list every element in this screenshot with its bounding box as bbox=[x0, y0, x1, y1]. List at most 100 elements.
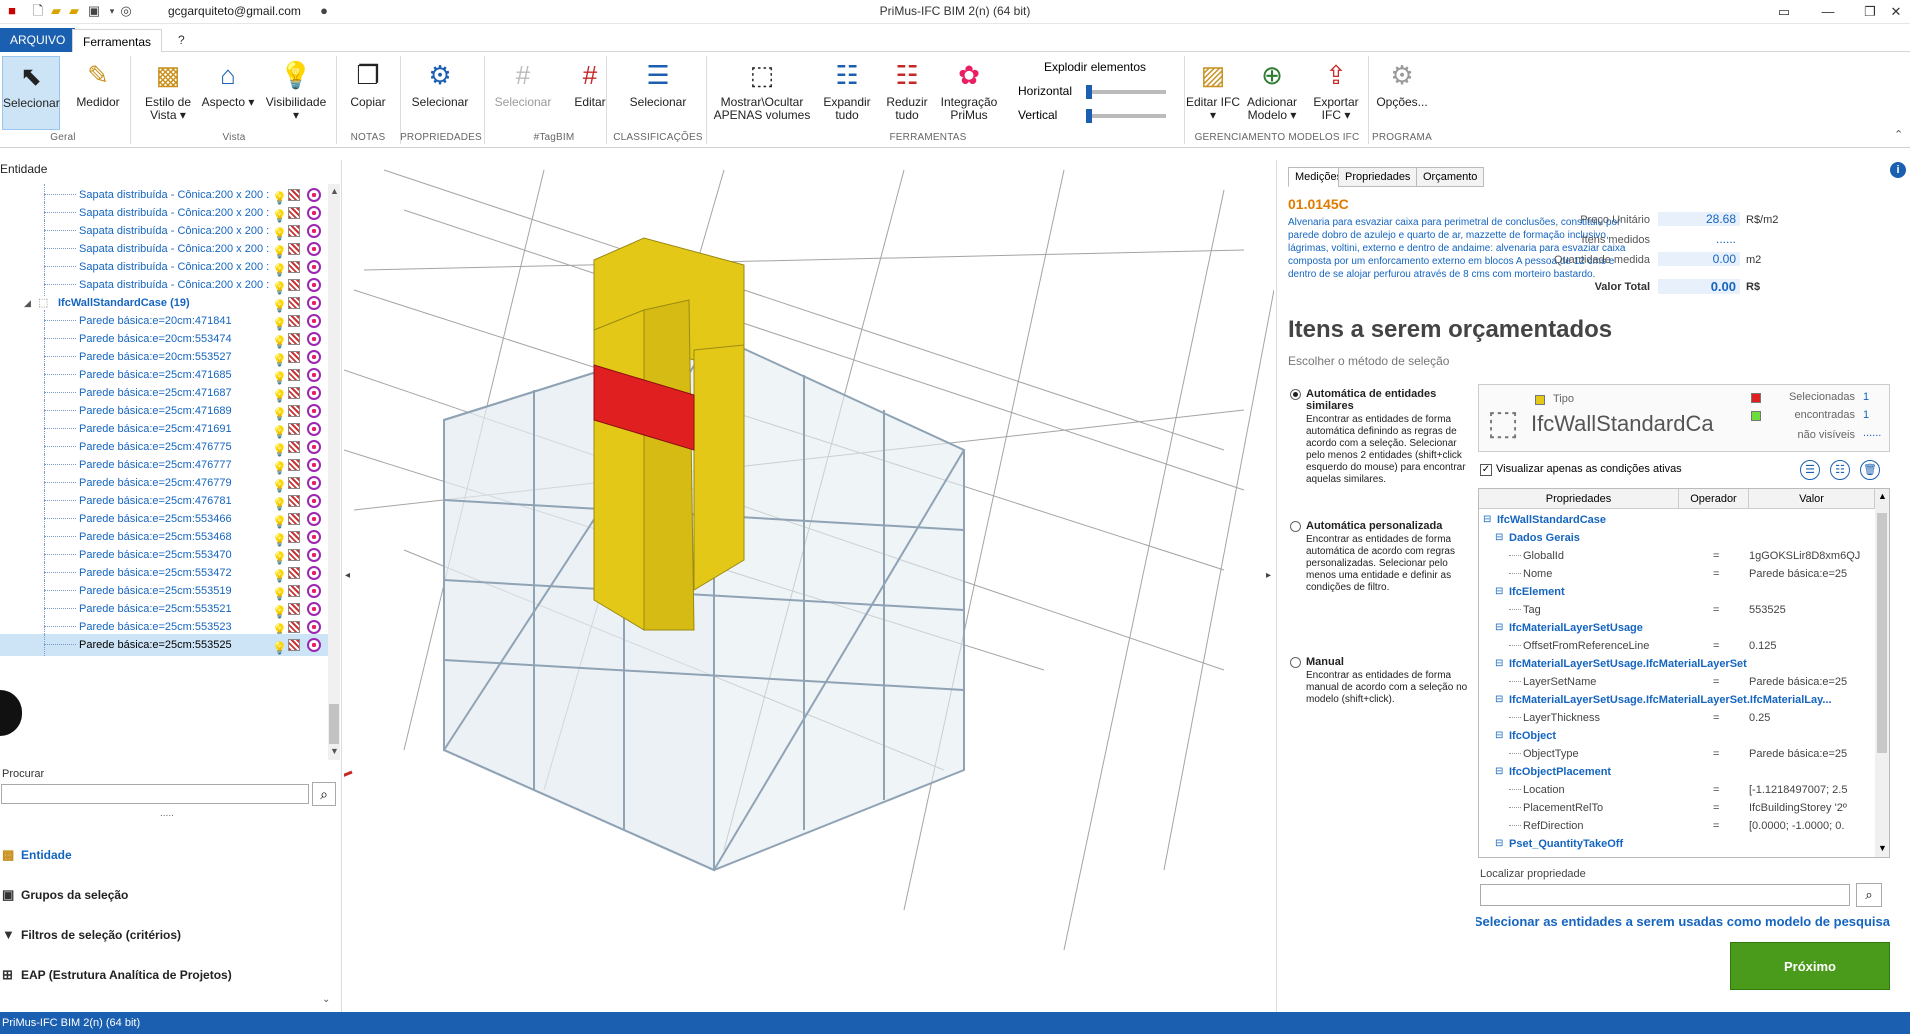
isolate-checker-icon[interactable] bbox=[288, 315, 300, 327]
entity-tree[interactable]: Sapata distribuída - Cônica:200 x 200 :💡… bbox=[0, 184, 330, 760]
property-group-row[interactable]: ⊟IfcMaterialLayerSetUsage.IfcMaterialLay… bbox=[1479, 691, 1875, 709]
col-header-operator[interactable]: Operador bbox=[1679, 489, 1749, 509]
target-icon[interactable] bbox=[307, 602, 321, 616]
radio-manual[interactable] bbox=[1290, 657, 1301, 668]
collapse-group-icon[interactable]: ⊟ bbox=[1495, 619, 1503, 637]
target-icon[interactable] bbox=[307, 350, 321, 364]
target-icon[interactable] bbox=[307, 638, 321, 652]
tab-help[interactable]: ? bbox=[168, 28, 195, 52]
target-icon[interactable] bbox=[307, 476, 321, 490]
vertical-slider-thumb[interactable] bbox=[1086, 109, 1092, 123]
find-property-search-icon[interactable]: ⌕ bbox=[1856, 883, 1882, 907]
right-collapse-arrow-icon[interactable]: ▸ bbox=[1266, 570, 1271, 581]
unit-price-value[interactable]: 28.68 bbox=[1658, 212, 1740, 226]
save-icon[interactable]: ▣ bbox=[86, 3, 102, 19]
isolate-checker-icon[interactable] bbox=[288, 351, 300, 363]
property-operator[interactable]: = bbox=[1713, 601, 1719, 619]
search-input[interactable] bbox=[1, 784, 309, 804]
target-icon[interactable] bbox=[307, 440, 321, 454]
tab-propriedades[interactable]: Propriedades bbox=[1338, 167, 1417, 187]
property-row[interactable]: Location=[-1.1218497007; 2.5 bbox=[1479, 781, 1875, 799]
property-row[interactable]: OffsetFromReferenceLine=0.125 bbox=[1479, 637, 1875, 655]
tree-scrollbar[interactable]: ▲ ▼ bbox=[328, 184, 340, 760]
isolate-checker-icon[interactable] bbox=[288, 243, 300, 255]
property-row[interactable]: Nome=Parede básica:e=25 bbox=[1479, 565, 1875, 583]
isolate-checker-icon[interactable] bbox=[288, 477, 300, 489]
col-header-properties[interactable]: Propriedades bbox=[1479, 489, 1679, 509]
target-icon[interactable] bbox=[307, 566, 321, 580]
collapse-group-icon[interactable]: ⊟ bbox=[1495, 655, 1503, 673]
selected-walls[interactable] bbox=[594, 238, 744, 630]
yellow-wall-left[interactable] bbox=[594, 310, 644, 630]
property-operator[interactable]: = bbox=[1713, 781, 1719, 799]
select-properties-button[interactable]: ⚙Selecionar bbox=[406, 56, 474, 130]
nav-item[interactable]: ▩Entidade bbox=[0, 840, 340, 870]
new-file-icon[interactable]: 🗋 bbox=[30, 3, 46, 19]
isolate-checker-icon[interactable] bbox=[288, 585, 300, 597]
search-icon[interactable]: ⌕ bbox=[312, 782, 336, 806]
option-automatic-similar[interactable]: Automática de entidades similares Encont… bbox=[1290, 388, 1470, 508]
property-group-row[interactable]: ⊟Dados Gerais bbox=[1479, 529, 1875, 547]
isolate-checker-icon[interactable] bbox=[288, 639, 300, 651]
collapse-group-icon[interactable]: ⊟ bbox=[1495, 763, 1503, 781]
properties-scrollbar[interactable]: ▲ ▼ bbox=[1875, 489, 1889, 858]
target-icon[interactable] bbox=[307, 620, 321, 634]
collapse-group-icon[interactable]: ⊟ bbox=[1483, 511, 1491, 529]
next-button[interactable]: Próximo bbox=[1730, 942, 1890, 990]
export-ifc-button[interactable]: ⇪Exportar IFC ▾ bbox=[1306, 56, 1366, 130]
show-hide-volumes-button[interactable]: ⬚Mostrar\Ocultar APENAS volumes bbox=[712, 56, 812, 130]
property-value[interactable]: [-1.1218497007; 2.5 bbox=[1749, 781, 1869, 799]
property-operator[interactable]: = bbox=[1713, 673, 1719, 691]
visibility-bulb-icon[interactable]: 💡 bbox=[272, 637, 287, 659]
col-header-value[interactable]: Valor bbox=[1749, 489, 1875, 509]
target-icon[interactable] bbox=[307, 512, 321, 526]
target-icon[interactable] bbox=[307, 386, 321, 400]
collapse-group-icon[interactable]: ⊟ bbox=[1495, 583, 1503, 601]
property-value[interactable]: 0.125 bbox=[1749, 637, 1869, 655]
target-icon[interactable] bbox=[307, 224, 321, 238]
target-icon[interactable] bbox=[307, 260, 321, 274]
collapse-group-icon[interactable]: ⊟ bbox=[1495, 691, 1503, 709]
edit-ifc-button[interactable]: ▨Editar IFC ▾ bbox=[1186, 56, 1240, 130]
isolate-checker-icon[interactable] bbox=[288, 531, 300, 543]
isolate-checker-icon[interactable] bbox=[288, 441, 300, 453]
property-value[interactable]: [0.0000; -1.0000; 0. bbox=[1749, 817, 1869, 835]
property-value[interactable]: 0.25 bbox=[1749, 709, 1869, 727]
scroll-thumb[interactable] bbox=[1877, 513, 1887, 753]
property-operator[interactable]: = bbox=[1713, 817, 1719, 835]
aspect-button[interactable]: ⌂Aspecto ▾ bbox=[198, 56, 258, 130]
isolate-checker-icon[interactable] bbox=[288, 261, 300, 273]
restore-ribbon-button[interactable]: ▭ bbox=[1764, 2, 1804, 22]
property-operator[interactable]: = bbox=[1713, 745, 1719, 763]
find-property-input[interactable] bbox=[1480, 884, 1850, 906]
isolate-checker-icon[interactable] bbox=[288, 495, 300, 507]
select-tag-button[interactable]: #Selecionar bbox=[490, 56, 556, 130]
property-group-row[interactable]: ⊟IfcMaterialLayerSetUsage bbox=[1479, 619, 1875, 637]
yellow-wall-mid[interactable] bbox=[644, 300, 694, 630]
tab-arquivo[interactable]: ARQUIVO bbox=[0, 28, 75, 52]
isolate-checker-icon[interactable] bbox=[288, 567, 300, 579]
property-operator[interactable]: = bbox=[1713, 637, 1719, 655]
scroll-thumb[interactable] bbox=[329, 704, 339, 744]
property-row[interactable]: RefDirection=[0.0000; -1.0000; 0. bbox=[1479, 817, 1875, 835]
tab-ferramentas[interactable]: Ferramentas bbox=[72, 29, 162, 53]
isolate-checker-icon[interactable] bbox=[288, 297, 300, 309]
property-value[interactable]: Parede básica:e=25 bbox=[1749, 673, 1869, 691]
nav-item[interactable]: ⊞EAP (Estrutura Analítica de Projetos) bbox=[0, 960, 340, 990]
isolate-checker-icon[interactable] bbox=[288, 423, 300, 435]
measure-button[interactable]: ✎Medidor bbox=[68, 56, 128, 130]
target-icon[interactable] bbox=[307, 422, 321, 436]
primus-integration-button[interactable]: ✿Integração PriMus bbox=[936, 56, 1002, 130]
nav-item[interactable]: ▼Filtros de seleção (critérios) bbox=[0, 920, 340, 950]
isolate-checker-icon[interactable] bbox=[288, 621, 300, 633]
scroll-up-icon[interactable]: ▲ bbox=[1878, 491, 1887, 501]
property-group-row[interactable]: ⊟IfcWallStandardCase bbox=[1479, 511, 1875, 529]
target-icon[interactable] bbox=[307, 530, 321, 544]
3d-viewport[interactable] bbox=[344, 150, 1274, 1010]
horizontal-slider[interactable] bbox=[1086, 90, 1166, 94]
globe-icon[interactable]: ◎ bbox=[118, 3, 134, 19]
property-value[interactable]: Parede básica:e=25 bbox=[1749, 745, 1869, 763]
add-model-button[interactable]: ⊕Adicionar Modelo ▾ bbox=[1240, 56, 1304, 130]
visibility-button[interactable]: 💡Visibilidade ▾ bbox=[262, 56, 330, 130]
folder-icon[interactable]: ▰ bbox=[66, 3, 82, 19]
